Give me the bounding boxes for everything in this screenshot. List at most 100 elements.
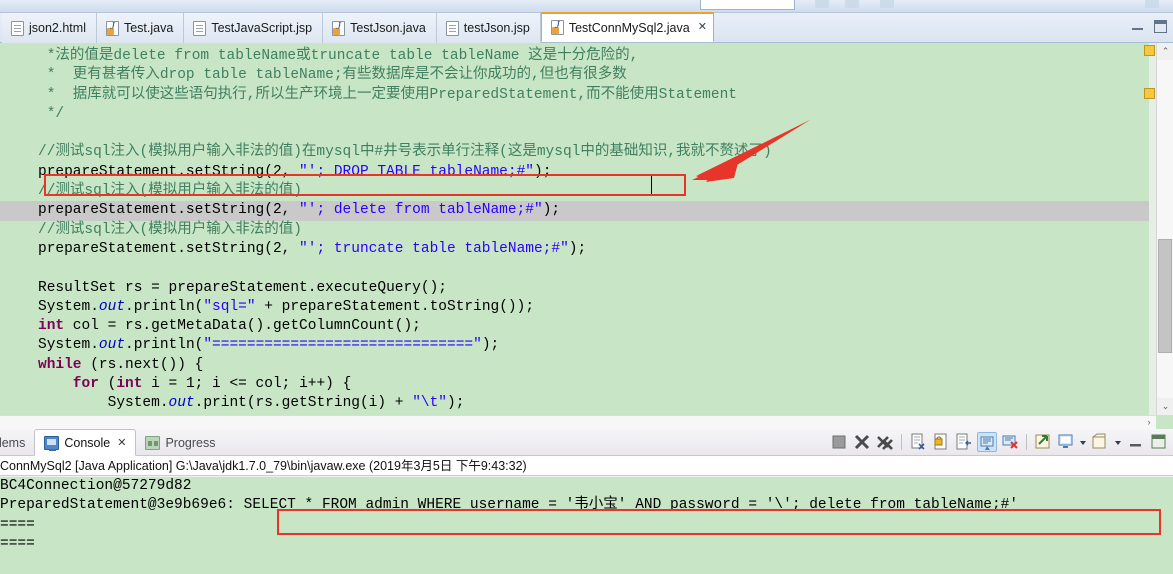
code-token: "'; delete from tableName;#" — [299, 202, 543, 219]
clear-console-button[interactable] — [908, 432, 928, 452]
editor-tab-testjavascript-jsp[interactable]: TestJavaScript.jsp — [184, 13, 324, 43]
show-console-on-error-button[interactable] — [1000, 432, 1020, 452]
pin-console-button[interactable] — [1033, 432, 1053, 452]
remove-launch-button[interactable] — [852, 432, 872, 452]
code-token: ); — [542, 202, 561, 219]
separator-2 — [1026, 434, 1027, 450]
code-line[interactable]: * 更有甚者传入drop table tableName;有些数据库是不会让你成… — [0, 66, 1149, 85]
scroll-lock-button[interactable] — [931, 432, 951, 452]
console-output-line: ==== — [0, 535, 35, 552]
display-console-menu-caret[interactable] — [1079, 432, 1088, 452]
console-output-area[interactable]: BC4Connection@57279d82 PreparedStatement@… — [0, 477, 1173, 574]
overview-annotation-warning-2[interactable] — [1144, 88, 1155, 99]
code-token: prepareStatement.setString(2, — [38, 163, 300, 180]
code-token: int — [116, 376, 143, 393]
editor-tab-label: TestJavaScript.jsp — [211, 21, 313, 35]
code-token: System. — [38, 395, 169, 412]
view-tab-label: blems — [0, 435, 26, 450]
console-toolbar — [829, 432, 1169, 452]
editor-horizontal-scrollbar[interactable]: › — [0, 415, 1156, 429]
code-line[interactable]: System.out.print(rs.getString(i) + "\t")… — [0, 394, 1149, 413]
code-token: col = rs.getMetaData().getColumnCount(); — [64, 318, 421, 335]
close-icon[interactable]: ✕ — [117, 436, 126, 449]
code-line[interactable]: prepareStatement.setString(2, "'; DROP T… — [0, 163, 1149, 182]
code-line[interactable]: *法的值是delete from tableName或truncate tabl… — [0, 47, 1149, 66]
terminate-button[interactable] — [829, 432, 849, 452]
text-caret — [651, 176, 652, 194]
code-line[interactable]: System.out.println("sql=" + prepareState… — [0, 298, 1149, 317]
display-selected-console-button[interactable] — [1056, 432, 1076, 452]
code-line[interactable]: prepareStatement.setString(2, "'; trunca… — [0, 240, 1149, 259]
code-line[interactable] — [0, 124, 1149, 143]
editor-tab-testconnmysql2-java[interactable]: TestConnMySql2.java ✕ — [540, 12, 714, 42]
code-line[interactable]: */ — [0, 105, 1149, 124]
progress-icon — [145, 435, 161, 450]
view-tab-problems[interactable]: blems — [0, 429, 34, 456]
editor-tab-label: TestConnMySql2.java — [568, 20, 690, 35]
view-tab-label: Progress — [165, 435, 216, 450]
scroll-right-icon[interactable]: › — [1142, 416, 1156, 429]
editor-vertical-scrollbar[interactable]: ⌃ ⌄ — [1156, 43, 1173, 415]
remove-all-terminated-button[interactable] — [875, 432, 895, 452]
code-line[interactable]: * 据库就可以使这些语句执行,所以生产环境上一定要使用PreparedState… — [0, 86, 1149, 105]
code-token: int — [38, 318, 65, 335]
minimize-button[interactable] — [1126, 432, 1146, 452]
code-line[interactable]: System.out.println("====================… — [0, 336, 1149, 355]
open-console-menu-caret[interactable] — [1114, 432, 1123, 452]
jsp-file-icon — [445, 20, 459, 36]
java-file-icon — [332, 20, 346, 36]
java-file-icon — [105, 20, 119, 36]
source-editor[interactable]: *法的值是delete from tableName或truncate tabl… — [0, 43, 1173, 429]
maximize-button[interactable] — [1149, 432, 1169, 452]
separator-1 — [901, 434, 902, 450]
toolbar-search-field[interactable] — [700, 0, 795, 10]
word-wrap-button[interactable] — [954, 432, 974, 452]
scroll-down-icon[interactable]: ⌄ — [1157, 398, 1173, 415]
maximize-icon[interactable] — [1154, 20, 1167, 33]
editor-tab-label: testJson.jsp — [463, 21, 530, 35]
console-output-line: PreparedStatement@3e9b69e6: SELECT * FRO… — [0, 497, 1019, 514]
editor-tab-testjson-jsp[interactable]: testJson.jsp — [436, 13, 541, 43]
code-line[interactable]: ResultSet rs = prepareStatement.executeQ… — [0, 279, 1149, 298]
overview-annotation-warning-1[interactable] — [1144, 45, 1155, 56]
code-token: *法的值是 — [38, 48, 114, 64]
code-token: ResultSet — [38, 279, 117, 296]
code-token: System. — [38, 298, 99, 315]
code-line[interactable] — [0, 259, 1149, 278]
toolbar-icon-2[interactable] — [845, 0, 859, 8]
toolbar-icon-3[interactable] — [880, 0, 894, 8]
code-line[interactable]: //测试sql注入(模拟用户输入非法的值) — [0, 221, 1149, 240]
code-line[interactable]: while (rs.next()) { — [0, 356, 1149, 375]
close-icon[interactable]: ✕ — [698, 22, 707, 33]
code-line[interactable]: //测试sql注入(模拟用户输入非法的值)在mysql中#井号表示单行注释(这是… — [0, 143, 1149, 162]
view-tab-console[interactable]: Console ✕ — [34, 429, 137, 456]
open-console-button[interactable] — [1091, 432, 1111, 452]
code-text-area[interactable]: *法的值是delete from tableName或truncate tabl… — [0, 43, 1149, 429]
code-token: + prepareStatement.toString()); — [255, 298, 535, 315]
code-token: .println( — [125, 298, 204, 315]
view-tab-progress[interactable]: Progress — [136, 429, 224, 456]
toolbar-icon-4[interactable] — [1145, 0, 1159, 8]
minimize-icon[interactable] — [1131, 20, 1144, 33]
code-line-highlighted[interactable]: prepareStatement.setString(2, "'; delete… — [0, 201, 1149, 221]
toolbar-icon-1[interactable] — [815, 0, 829, 8]
show-console-on-output-button[interactable] — [977, 432, 997, 452]
code-token: ;有些数据库是不会让你成功的,但也有很多数 — [333, 67, 627, 84]
code-line[interactable]: //测试sql注入(模拟用户输入非法的值) — [0, 182, 1149, 201]
scroll-up-icon[interactable]: ⌃ — [1157, 43, 1173, 60]
code-token: */ — [38, 105, 65, 122]
code-token: (rs.next()) { — [81, 356, 204, 373]
editor-tab-test-java[interactable]: Test.java — [96, 13, 185, 43]
editor-tab-json2-html[interactable]: json2.html — [2, 13, 97, 43]
code-token: "\t" — [412, 395, 447, 412]
code-token: rs = prepareStatement.executeQuery(); — [116, 279, 447, 296]
code-token: sql — [84, 221, 111, 238]
vertical-scrollbar-thumb[interactable] — [1158, 239, 1172, 353]
editor-tab-testjson-java[interactable]: TestJson.java — [323, 13, 437, 43]
code-token: truncate table tableName — [310, 48, 520, 64]
code-line[interactable]: for (int i = 1; i <= col; i++) { — [0, 375, 1149, 394]
code-token: 这是十分危险的, — [519, 48, 639, 64]
code-line[interactable]: int col = rs.getMetaData().getColumnCoun… — [0, 317, 1149, 336]
eclipse-ide-window: json2.html Test.java TestJavaScript.jsp … — [0, 0, 1173, 574]
console-icon — [44, 435, 60, 451]
